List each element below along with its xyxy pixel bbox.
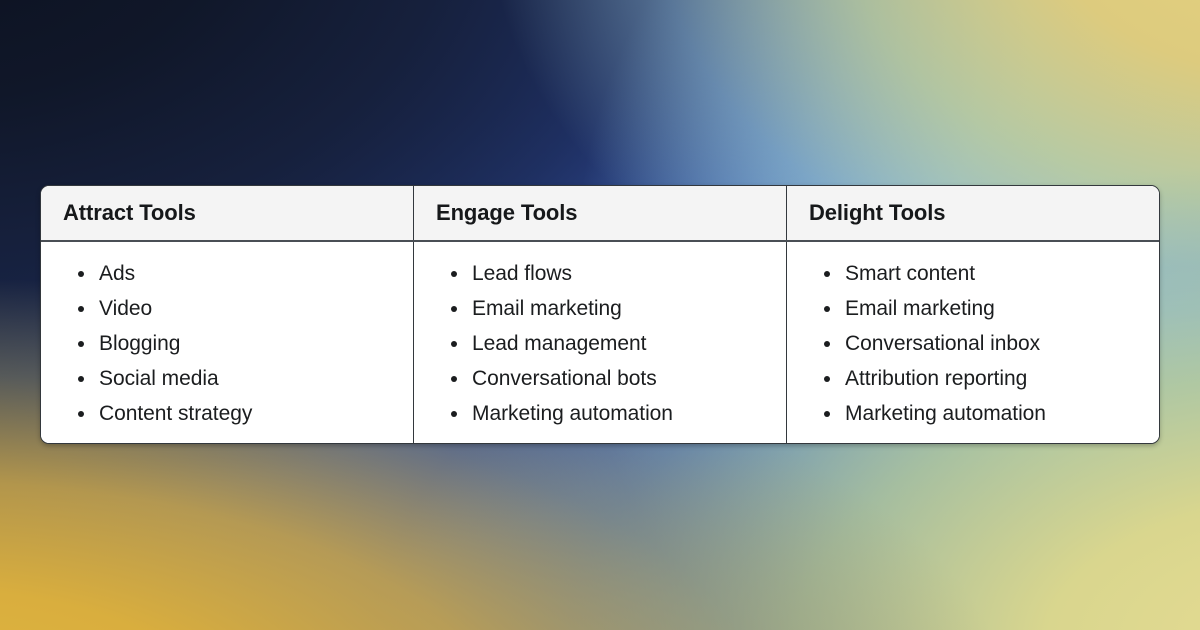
bullet-icon <box>824 340 830 347</box>
bullet-icon <box>78 305 84 312</box>
table-body-cell-delight: Smart content Email marketing Conversati… <box>787 242 1159 443</box>
bullet-icon <box>78 340 84 347</box>
list-item: Social media <box>63 361 399 396</box>
list-item: Lead flows <box>436 256 772 291</box>
list-item-label: Conversational bots <box>472 367 657 390</box>
list-item: Conversational bots <box>436 361 772 396</box>
list-item-label: Blogging <box>99 332 181 355</box>
column-header-attract-tools: Attract Tools <box>63 200 196 225</box>
bullet-icon <box>78 410 84 417</box>
table-header-cell-engage: Engage Tools <box>414 186 787 240</box>
bullet-icon <box>451 270 457 277</box>
bullet-icon <box>451 410 457 417</box>
bullet-icon <box>824 410 830 417</box>
list-item: Content strategy <box>63 396 399 431</box>
bullet-icon <box>451 305 457 312</box>
tools-comparison-table: Attract Tools Engage Tools Delight Tools… <box>40 185 1160 444</box>
attract-tools-list: Ads Video Blogging Social media Content … <box>63 256 399 431</box>
table-header-cell-attract: Attract Tools <box>41 186 414 240</box>
bullet-icon <box>78 375 84 382</box>
attract-tools-cell: Ads Video Blogging Social media Content … <box>41 242 413 443</box>
list-item-label: Smart content <box>845 262 976 285</box>
list-item: Attribution reporting <box>809 361 1145 396</box>
list-item: Video <box>63 291 399 326</box>
bullet-icon <box>824 375 830 382</box>
table-body-cell-engage: Lead flows Email marketing Lead manageme… <box>414 242 787 443</box>
list-item: Marketing automation <box>436 396 772 431</box>
list-item: Marketing automation <box>809 396 1145 431</box>
table-header-cell-delight: Delight Tools <box>787 186 1159 240</box>
list-item: Lead management <box>436 326 772 361</box>
table-body-cell-attract: Ads Video Blogging Social media Content … <box>41 242 414 443</box>
list-item-label: Ads <box>99 262 136 285</box>
list-item-label: Conversational inbox <box>845 332 1041 355</box>
column-header-engage-tools: Engage Tools <box>436 200 578 225</box>
bullet-icon <box>824 270 830 277</box>
table-body-row: Ads Video Blogging Social media Content … <box>41 242 1159 443</box>
delight-tools-list: Smart content Email marketing Conversati… <box>809 256 1145 431</box>
list-item: Ads <box>63 256 399 291</box>
list-item-label: Content strategy <box>99 402 253 425</box>
engage-tools-list: Lead flows Email marketing Lead manageme… <box>436 256 772 431</box>
list-item-label: Video <box>99 297 153 320</box>
list-item: Email marketing <box>436 291 772 326</box>
list-item-label: Social media <box>99 367 219 390</box>
bullet-icon <box>78 270 84 277</box>
list-item-label: Lead flows <box>472 262 572 285</box>
list-item: Blogging <box>63 326 399 361</box>
list-item: Smart content <box>809 256 1145 291</box>
list-item-label: Marketing automation <box>845 402 1046 425</box>
list-item-label: Email marketing <box>472 297 622 320</box>
engage-tools-cell: Lead flows Email marketing Lead manageme… <box>414 242 786 443</box>
list-item-label: Lead management <box>472 332 647 355</box>
column-header-delight-tools: Delight Tools <box>809 200 946 225</box>
table-header-row: Attract Tools Engage Tools Delight Tools <box>41 186 1159 242</box>
list-item-label: Marketing automation <box>472 402 673 425</box>
bullet-icon <box>824 305 830 312</box>
bullet-icon <box>451 375 457 382</box>
delight-tools-cell: Smart content Email marketing Conversati… <box>787 242 1159 443</box>
list-item-label: Attribution reporting <box>845 367 1028 390</box>
bullet-icon <box>451 340 457 347</box>
list-item: Conversational inbox <box>809 326 1145 361</box>
list-item: Email marketing <box>809 291 1145 326</box>
list-item-label: Email marketing <box>845 297 995 320</box>
